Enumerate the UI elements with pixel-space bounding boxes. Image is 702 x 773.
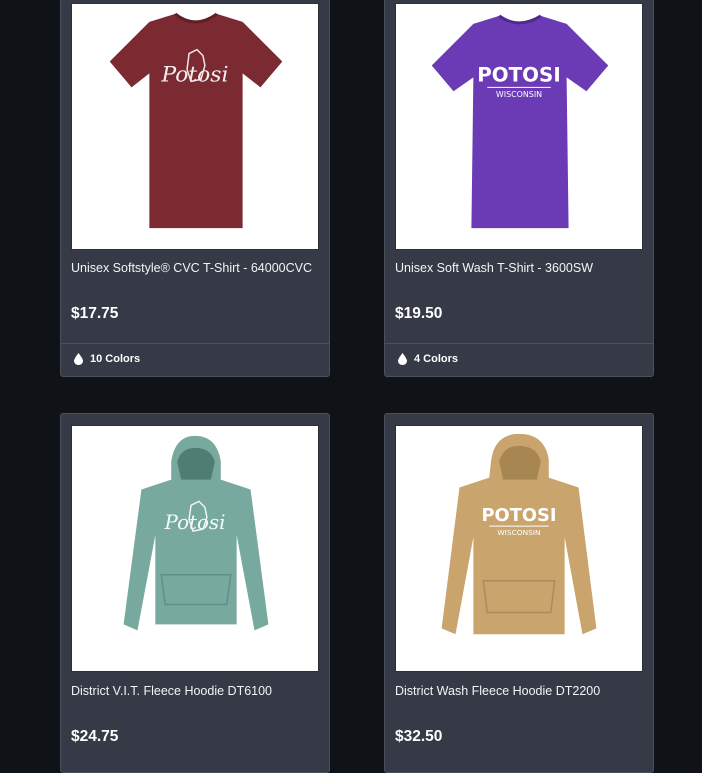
print-text: Potosi — [164, 511, 226, 534]
product-image[interactable]: Potosi — [71, 3, 319, 250]
print-text: Potosi — [161, 62, 229, 87]
product-image[interactable]: POTOSI WISCONSIN — [395, 3, 643, 250]
color-count[interactable]: 10 Colors — [74, 353, 140, 365]
color-count-label: 10 Colors — [90, 353, 141, 365]
product-name[interactable]: District V.I.T. Fleece Hoodie DT6100 — [71, 684, 272, 698]
product-image[interactable]: POTOSI WISCONSIN — [395, 425, 643, 672]
print-subtext: WISCONSIN — [496, 90, 542, 99]
product-price: $19.50 — [395, 305, 443, 322]
color-count[interactable]: 4 Colors — [398, 353, 458, 365]
divider — [61, 343, 329, 344]
print-text: POTOSI — [481, 505, 556, 526]
product-image[interactable]: Potosi — [71, 425, 319, 672]
droplet-icon — [398, 353, 407, 365]
product-card[interactable]: Potosi Unisex Softstyle® CVC T-Shirt - 6… — [60, 0, 330, 377]
product-name[interactable]: District Wash Fleece Hoodie DT2200 — [395, 684, 600, 698]
print-subtext: WISCONSIN — [497, 528, 540, 537]
product-price: $32.50 — [395, 728, 443, 745]
droplet-icon — [74, 353, 83, 365]
divider — [385, 343, 653, 344]
product-card[interactable]: POTOSI WISCONSIN Unisex Soft Wash T-Shir… — [384, 0, 654, 377]
product-name[interactable]: Unisex Soft Wash T-Shirt - 3600SW — [395, 261, 593, 275]
product-card[interactable]: Potosi District V.I.T. Fleece Hoodie DT6… — [60, 413, 330, 773]
color-count-label: 4 Colors — [414, 353, 459, 365]
product-card[interactable]: POTOSI WISCONSIN District Wash Fleece Ho… — [384, 413, 654, 773]
product-price: $17.75 — [71, 305, 119, 322]
product-name[interactable]: Unisex Softstyle® CVC T-Shirt - 64000CVC — [71, 261, 312, 275]
product-price: $24.75 — [71, 728, 119, 745]
print-text: POTOSI — [477, 63, 560, 86]
